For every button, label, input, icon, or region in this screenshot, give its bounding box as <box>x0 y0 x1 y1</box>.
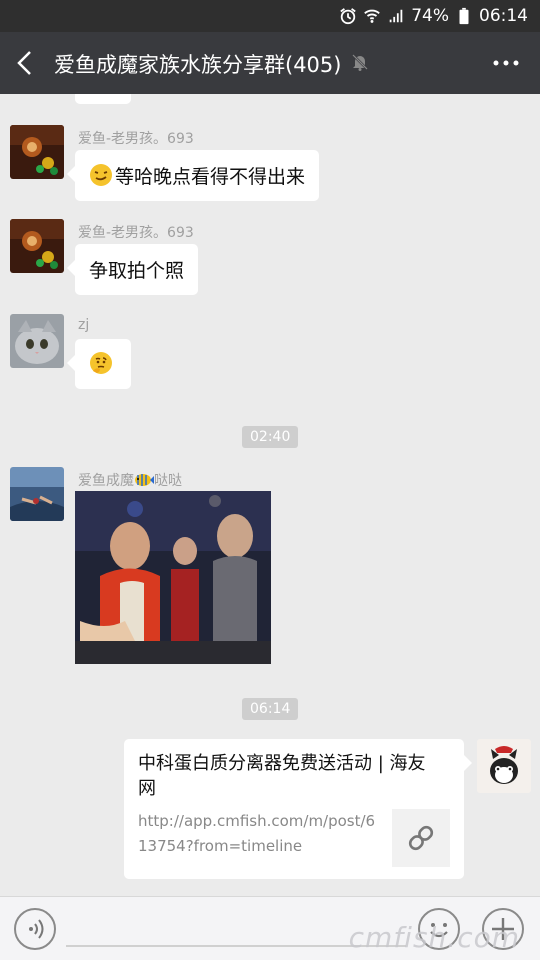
voice-button[interactable] <box>14 908 56 950</box>
message-bubble[interactable] <box>67 339 131 389</box>
sender-name: 爱鱼-老男孩。693 <box>78 131 194 147</box>
back-icon[interactable] <box>14 49 38 77</box>
my-avatar[interactable] <box>477 739 531 793</box>
message-text: 等哈晚点看得不得出来 <box>115 166 306 188</box>
wifi-icon <box>364 9 381 23</box>
avatar[interactable] <box>10 125 64 179</box>
link-card-title: 中科蛋白质分离器免费送活动 | 海友网 <box>138 753 426 799</box>
watermark: cmfish.com <box>348 921 520 954</box>
timestamp-badge: 06:14 <box>242 698 299 720</box>
message-bubble[interactable]: 等哈晚点看得不得出来 <box>66 150 320 201</box>
partial-bubble <box>75 94 131 104</box>
alarm-icon <box>340 8 356 25</box>
chat-title: 爱鱼成魔家族水族分享群(405) <box>54 53 342 77</box>
title-bar: 爱鱼成魔家族水族分享群(405) <box>0 32 540 94</box>
clock: 06:14 <box>479 6 528 26</box>
battery-percent: 74% <box>411 6 449 26</box>
smirk-emoji-icon <box>90 164 112 186</box>
message-list[interactable]: 爱鱼-老男孩。693 等哈晚点看得不得出来 爱鱼-老男孩。693 争取拍个照 z… <box>0 94 540 896</box>
link-card[interactable]: 中科蛋白质分离器免费送活动 | 海友网 http://app.cmfish.co… <box>124 739 472 879</box>
link-card-thumbnail <box>392 809 450 867</box>
input-bar: cmfish.com <box>0 896 540 960</box>
message-text: 争取拍个照 <box>89 260 185 282</box>
avatar[interactable] <box>10 219 64 273</box>
message-bubble[interactable]: 争取拍个照 <box>66 244 199 295</box>
sender-name: 爱鱼-老男孩。693 <box>78 225 194 241</box>
battery-icon <box>459 7 469 25</box>
thinking-emoji-icon <box>90 352 112 374</box>
signal-icon <box>389 9 403 23</box>
mute-bell-icon <box>352 54 368 71</box>
sender-name: 爱鱼成魔 哒哒 <box>78 473 182 489</box>
avatar[interactable] <box>10 314 64 368</box>
link-icon <box>408 825 434 851</box>
timestamp-badge: 02:40 <box>242 426 299 448</box>
status-bar: 74% 06:14 <box>0 0 540 32</box>
link-card-url: http://app.cmfish.com/m/post/613754?from… <box>138 812 376 855</box>
avatar[interactable] <box>10 467 64 521</box>
more-options-icon[interactable] <box>492 50 520 76</box>
image-message[interactable] <box>75 491 271 664</box>
fish-emoji-icon <box>135 474 154 486</box>
voice-icon <box>29 919 44 939</box>
sender-name: zj <box>78 317 90 333</box>
